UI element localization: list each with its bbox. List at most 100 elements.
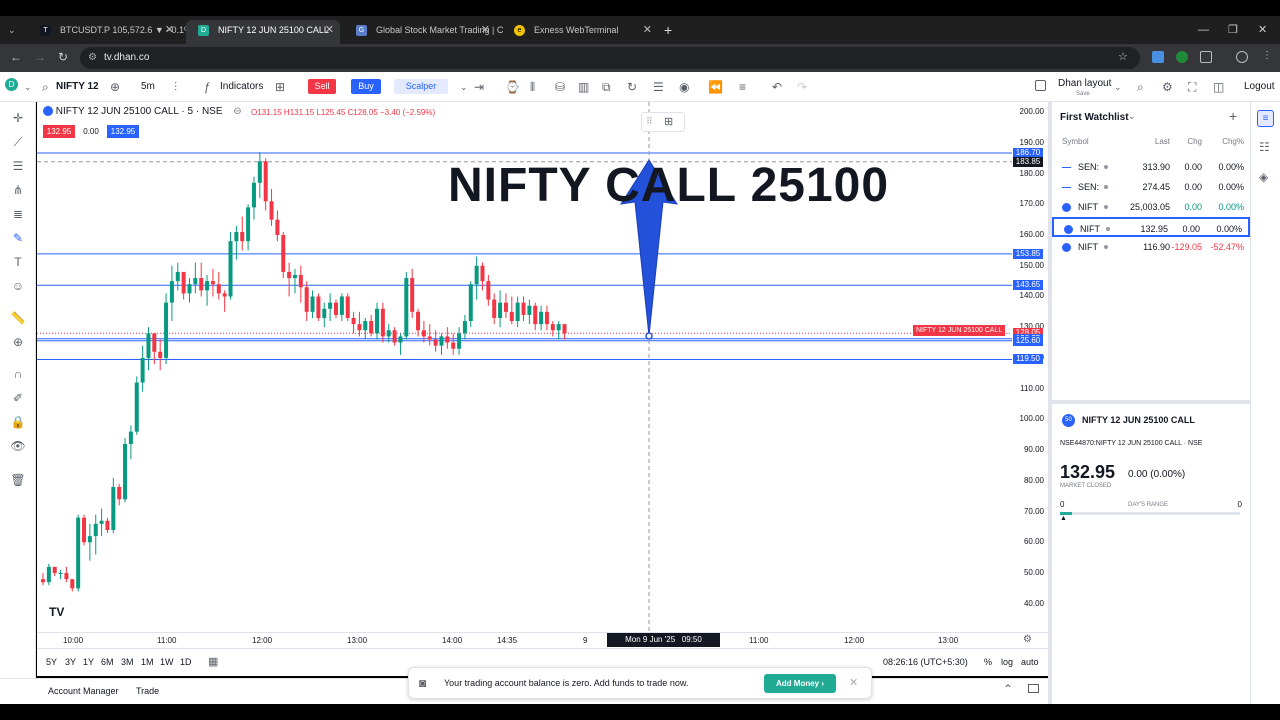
- replay-icon[interactable]: ⫴: [530, 79, 535, 95]
- lock-drawing-pencil-icon[interactable]: ✐: [10, 390, 26, 406]
- layers-widget-icon[interactable]: ◈: [1259, 170, 1268, 184]
- alert-icon[interactable]: ⌚: [505, 79, 520, 95]
- download-icon[interactable]: [1176, 51, 1188, 63]
- auto-scale-toggle[interactable]: auto: [1021, 657, 1039, 667]
- ask-price-tag[interactable]: 132.95: [107, 125, 139, 138]
- maximize-panel-icon[interactable]: [1028, 684, 1039, 693]
- watchlist-widget-icon[interactable]: ≡: [1257, 110, 1274, 127]
- layout-save-label[interactable]: Save: [1076, 86, 1090, 102]
- magnet-icon[interactable]: ∩: [10, 366, 26, 382]
- candle-style-icon[interactable]: ⫶: [174, 79, 177, 95]
- text-tool-icon[interactable]: T: [10, 254, 26, 270]
- buy-button[interactable]: Buy: [351, 79, 381, 94]
- watchlist-title[interactable]: First Watchlist: [1060, 112, 1129, 123]
- tradingview-logo-icon[interactable]: TV: [49, 605, 64, 619]
- scalper-chevron-icon[interactable]: ⌄: [460, 79, 468, 95]
- new-tab-plus-icon[interactable]: +: [664, 20, 672, 40]
- brush-icon[interactable]: ✎: [10, 230, 26, 246]
- browser-tab-btcusdt[interactable]: T BTCUSDT.P 105,572.6 ▼ −0.1% ✕: [28, 20, 192, 44]
- restore-window-icon[interactable]: ❐: [1228, 20, 1238, 40]
- undo-icon[interactable]: ↶: [772, 79, 782, 95]
- fullscreen-icon[interactable]: ⛶: [1188, 79, 1196, 95]
- lock-icon[interactable]: 🔒: [10, 414, 26, 430]
- extensions-puzzle-icon[interactable]: [1200, 51, 1212, 63]
- header-last[interactable]: Last: [1155, 137, 1170, 146]
- close-notification-icon[interactable]: ✕: [849, 676, 858, 689]
- add-symbol-plus-icon[interactable]: +: [1229, 108, 1237, 124]
- add-money-button[interactable]: Add Money ›: [764, 674, 836, 693]
- close-tab-icon[interactable]: ✕: [325, 20, 334, 40]
- interval-selector[interactable]: 5m: [141, 79, 155, 95]
- compare-symbol-plus-icon[interactable]: ⊕: [110, 79, 120, 95]
- extension-icon[interactable]: [1152, 51, 1164, 63]
- expand-panel-chevron-icon[interactable]: ⌃: [1003, 682, 1013, 696]
- browser-tab-nifty[interactable]: D NIFTY 12 JUN 25100 CALL ✕: [186, 20, 340, 44]
- watchlist-row[interactable]: NIFT 132.95 0.00 0.00%: [1052, 217, 1250, 237]
- clock-timezone[interactable]: 08:26:16 (UTC+5:30): [883, 657, 968, 667]
- trash-icon[interactable]: 🗑: [10, 472, 26, 488]
- zoom-in-icon[interactable]: ⊕: [10, 334, 26, 350]
- go-to-date-calendar-icon[interactable]: ▦: [208, 655, 218, 668]
- watchlist-row[interactable]: SEN: 313.90 0.00 0.00%: [1052, 157, 1250, 177]
- alerts-widget-icon[interactable]: ☷: [1259, 140, 1270, 154]
- range-1w[interactable]: 1W: [160, 657, 174, 667]
- drag-handle-icon[interactable]: ⠿: [646, 116, 653, 127]
- layout-chevron-icon[interactable]: ⌄: [1114, 79, 1122, 95]
- screenshot-camera-icon[interactable]: ◫: [1213, 79, 1224, 95]
- refresh-icon[interactable]: ↻: [627, 79, 637, 95]
- close-tab-icon[interactable]: ✕: [643, 20, 652, 40]
- symbol-field[interactable]: NIFTY 12: [56, 79, 99, 95]
- close-tab-icon[interactable]: ✕: [165, 20, 174, 40]
- settings-gear-icon[interactable]: ⚙: [1162, 79, 1173, 95]
- profile-icon[interactable]: [1236, 51, 1248, 63]
- scalper-button[interactable]: Scalper: [394, 79, 448, 94]
- quick-search-icon[interactable]: ⌕: [1137, 79, 1144, 95]
- watchlist-row[interactable]: NIFT 116.90 -129.05 -52.47%: [1052, 237, 1250, 257]
- browser-menu-icon[interactable]: ⋮: [1262, 50, 1272, 61]
- exit-icon[interactable]: ⇥: [474, 79, 484, 95]
- bar-chart-icon[interactable]: ▥: [578, 79, 589, 95]
- dhan-logo-icon[interactable]: D: [5, 78, 18, 91]
- browser-tab-exness[interactable]: e Exness WebTerminal ✕: [502, 20, 658, 44]
- legend-hide-icon[interactable]: ⊖: [233, 106, 241, 117]
- pitchfork-icon[interactable]: ⋔: [10, 182, 26, 198]
- fib-icon[interactable]: ≣: [10, 206, 26, 222]
- drawing-float-toolbar[interactable]: ⠿ ⊞: [641, 112, 685, 132]
- range-1m[interactable]: 1M: [141, 657, 154, 667]
- time-axis[interactable]: 13:00 12:00 11:00 9 14:35 14:00 13:00 12:00 11:0…: [37, 632, 1048, 648]
- redo-icon[interactable]: ↷: [797, 79, 807, 95]
- account-manager-tab[interactable]: Account Manager: [48, 686, 119, 696]
- emoji-icon[interactable]: ☺: [10, 278, 26, 294]
- panel-divider[interactable]: [1052, 400, 1250, 404]
- bookmark-star-icon[interactable]: ☆: [1118, 50, 1128, 63]
- broadcast-icon[interactable]: ◉: [679, 79, 689, 95]
- trade-tab[interactable]: Trade: [136, 686, 159, 696]
- sell-button[interactable]: Sell: [308, 79, 336, 94]
- horizontal-lines-icon[interactable]: ☰: [10, 158, 26, 174]
- browser-tab-global-stock[interactable]: G Global Stock Market Trading | C ✕: [344, 20, 503, 44]
- axis-settings-icon[interactable]: ⚙: [1023, 634, 1032, 645]
- bid-price-tag[interactable]: 132.95: [43, 125, 75, 138]
- minimize-window-icon[interactable]: —: [1198, 20, 1209, 40]
- range-3y[interactable]: 3Y: [65, 657, 76, 667]
- header-symbol[interactable]: Symbol: [1062, 137, 1089, 146]
- ruler-icon[interactable]: 📏: [10, 310, 26, 326]
- price-axis[interactable]: 200.00 190.00 180.00 170.00 160.00 150.00 140.…: [1012, 102, 1048, 632]
- logo-menu-chevron-icon[interactable]: ⌄: [24, 79, 32, 95]
- log-scale-toggle[interactable]: log: [1001, 657, 1013, 667]
- watchlist-chevron-icon[interactable]: ⌄: [1128, 111, 1136, 122]
- tab-search-icon[interactable]: ⌄: [8, 20, 16, 40]
- rewind-icon[interactable]: ⏪: [708, 79, 723, 95]
- forward-arrow-icon[interactable]: →: [34, 50, 46, 64]
- header-chg[interactable]: Chg: [1187, 137, 1202, 146]
- url-field[interactable]: ⚙ tv.dhan.co: [80, 47, 1140, 69]
- trend-line-icon[interactable]: ⟋: [10, 134, 26, 150]
- range-1d[interactable]: 1D: [180, 657, 192, 667]
- popout-icon[interactable]: ⧉: [602, 79, 611, 95]
- range-6m[interactable]: 6M: [101, 657, 114, 667]
- chart-pane[interactable]: NIFTY 12 JUN 25100 CALL · 5 · NSE ⊖ O131…: [37, 102, 1012, 632]
- indicators-fx-icon[interactable]: ƒ: [204, 79, 211, 95]
- settings-sliders-icon[interactable]: ☰: [653, 79, 664, 95]
- reload-icon[interactable]: ↻: [58, 50, 68, 64]
- chart-annotation-text[interactable]: NIFTY CALL 25100: [448, 158, 889, 213]
